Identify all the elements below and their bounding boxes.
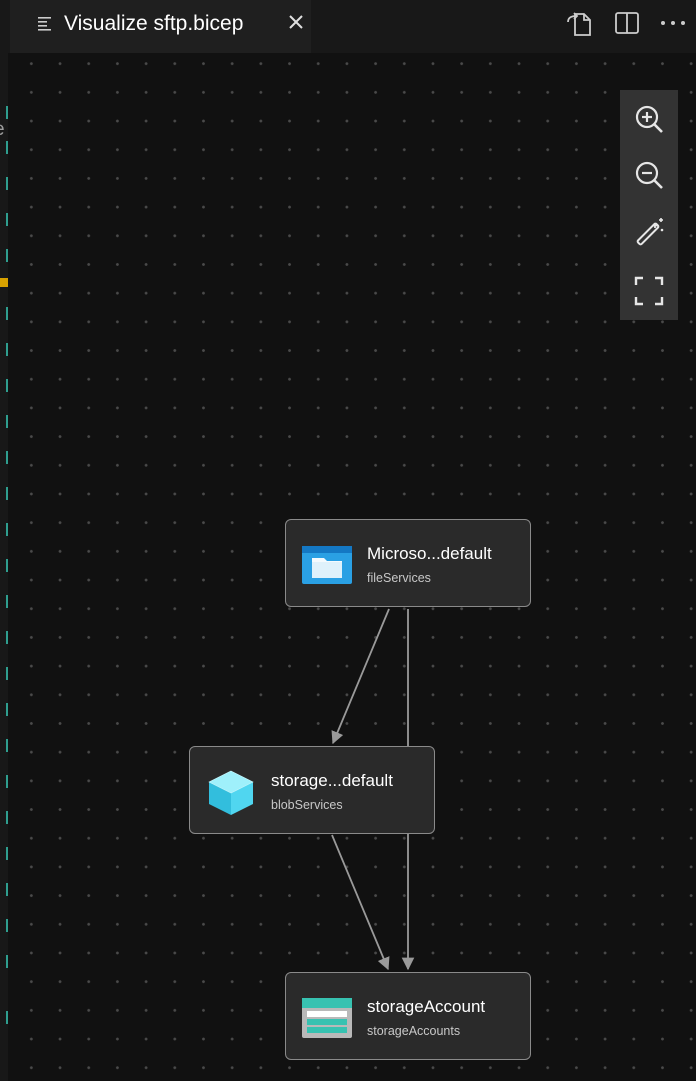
edge-text: e bbox=[0, 119, 5, 141]
editor-edge-gutter: e bbox=[0, 53, 8, 1081]
node-name: Microso...default bbox=[367, 544, 492, 563]
fit-to-screen-icon[interactable] bbox=[631, 273, 667, 309]
graph-node-fileservices[interactable]: Microso...default fileServices bbox=[285, 519, 531, 607]
split-editor-icon[interactable] bbox=[612, 8, 642, 38]
warning-marker bbox=[0, 278, 8, 287]
zoom-in-icon[interactable] bbox=[631, 101, 667, 137]
zoom-toolbar bbox=[620, 90, 678, 320]
node-name: storage...default bbox=[271, 771, 393, 790]
zoom-out-icon[interactable] bbox=[631, 157, 667, 193]
blob-services-icon bbox=[208, 770, 254, 815]
open-source-file-icon[interactable] bbox=[565, 8, 595, 38]
node-type: fileServices bbox=[367, 571, 431, 585]
editor-tab-bar: Visualize sftp.bicep bbox=[0, 0, 696, 53]
tab-title: Visualize sftp.bicep bbox=[64, 12, 244, 35]
node-name: storageAccount bbox=[367, 997, 486, 1016]
preview-lines-icon bbox=[38, 17, 51, 31]
file-services-icon bbox=[302, 546, 352, 584]
storage-account-icon bbox=[302, 998, 352, 1038]
node-type: storageAccounts bbox=[367, 1024, 461, 1038]
more-actions-icon[interactable] bbox=[658, 8, 688, 38]
graph-node-blobservices[interactable]: storage...default blobServices bbox=[189, 746, 435, 834]
close-icon[interactable] bbox=[286, 12, 306, 32]
node-type: blobServices bbox=[271, 798, 343, 812]
graph-node-storageaccount[interactable]: storageAccount storageAccounts bbox=[285, 972, 531, 1060]
tab-visualize-sftp[interactable]: Visualize sftp.bicep bbox=[10, 0, 311, 53]
magic-wand-layout-icon[interactable] bbox=[631, 215, 667, 251]
